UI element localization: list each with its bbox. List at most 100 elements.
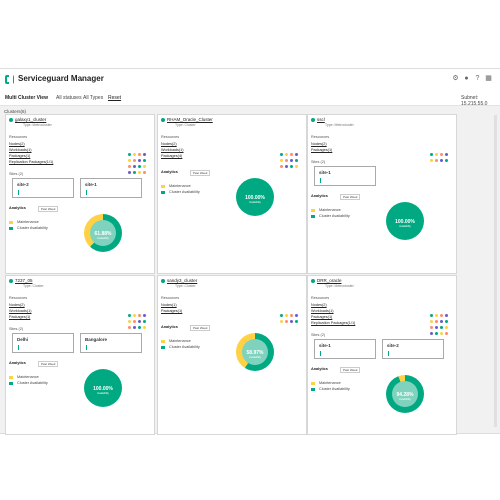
status-dots xyxy=(430,316,452,329)
legend-availability: Cluster Availability xyxy=(161,190,200,194)
cluster-card[interactable]: sscl Type: Metrocluster Resources Nodes(2) P… xyxy=(307,114,457,274)
site-name: site-2 xyxy=(387,343,399,348)
status-dots xyxy=(128,143,150,156)
cluster-name[interactable]: 7237_05 xyxy=(15,278,33,283)
status-dots xyxy=(280,143,302,156)
maintenance-swatch xyxy=(311,381,315,385)
resource-link[interactable]: Packages(4) xyxy=(161,154,182,158)
sites-heading: Sites (2) xyxy=(311,160,326,164)
resource-link[interactable]: Nodes(1) xyxy=(161,303,177,307)
sites-heading: Sites (2) xyxy=(9,327,24,331)
settings-icon[interactable]: ⚙ xyxy=(452,75,459,82)
apps-icon[interactable]: ▦ xyxy=(485,75,492,82)
site-box[interactable]: site-1 xyxy=(314,166,376,186)
view-title: Multi Cluster View xyxy=(5,95,48,101)
legend-maintenance: Maintenance xyxy=(9,220,39,224)
status-dots xyxy=(128,316,150,329)
status-filter[interactable]: All statuses xyxy=(56,95,82,101)
resource-link[interactable]: Workloads(1) xyxy=(311,309,334,313)
availability-label: Cluster Availability xyxy=(319,387,350,391)
user-icon[interactable]: ● xyxy=(463,75,470,82)
scrollbar[interactable] xyxy=(494,115,497,427)
resource-link[interactable]: Workloads(1) xyxy=(9,309,32,313)
resource-link[interactable]: Packages(1) xyxy=(311,148,332,152)
availability-label: Cluster Availability xyxy=(169,190,200,194)
cluster-name[interactable]: sandy3_cluster xyxy=(167,278,197,283)
status-ok-icon xyxy=(311,118,315,122)
cluster-card[interactable]: 7237_05 Type: Cluster Resources Nodes(2) Wor… xyxy=(5,275,155,435)
cluster-card[interactable]: RHAM_Oracle_Cluster Type: Cluster Resource… xyxy=(157,114,307,274)
past-week-button[interactable]: Past Week xyxy=(190,324,211,331)
resource-link[interactable]: Nodes(2) xyxy=(9,303,25,307)
site-box[interactable]: site-1 xyxy=(314,339,376,359)
cluster-name[interactable]: DRR_oracle xyxy=(317,278,342,283)
status-dots xyxy=(128,310,150,323)
resource-link[interactable]: Replication Packages(1/1) xyxy=(9,160,53,164)
maintenance-label: Maintenance xyxy=(17,375,39,379)
site-box[interactable]: Delhi xyxy=(12,333,74,353)
cluster-name[interactable]: sscl xyxy=(317,117,325,122)
status-ok-icon xyxy=(311,279,315,283)
site-box[interactable]: Bangalore xyxy=(80,333,142,353)
past-week-button[interactable]: Past Week xyxy=(340,366,361,373)
availability-swatch xyxy=(161,345,165,349)
resource-link[interactable]: Nodes(2) xyxy=(9,142,25,146)
site-box[interactable]: site-1 xyxy=(80,178,142,198)
resource-link[interactable]: Nodes(2) xyxy=(311,303,327,307)
past-week-button[interactable]: Past Week xyxy=(38,360,59,367)
availability-word: Availability xyxy=(399,398,411,401)
help-icon[interactable]: ? xyxy=(474,75,481,82)
donut-center: 94.28% Availability xyxy=(392,381,418,407)
status-dots xyxy=(128,304,150,317)
cluster-type: Type: Cluster xyxy=(175,123,196,127)
status-dots xyxy=(128,149,150,162)
analytics-heading: Analytics xyxy=(311,194,328,198)
type-filter[interactable]: All Types xyxy=(83,95,103,101)
top-bar: Serviceguard Manager ⌄ ⚙ ● ? ▦ xyxy=(0,69,500,92)
site-name: Bangalore xyxy=(85,337,108,342)
maintenance-label: Maintenance xyxy=(169,184,191,188)
past-week-button[interactable]: Past Week xyxy=(340,193,361,200)
site-status-icon xyxy=(18,190,21,195)
resource-link[interactable]: Packages(1) xyxy=(9,315,30,319)
past-week-button[interactable]: Past Week xyxy=(190,169,211,176)
resource-link[interactable]: Nodes(2) xyxy=(311,142,327,146)
legend-availability: Cluster Availability xyxy=(161,345,200,349)
resource-link[interactable]: Nodes(2) xyxy=(161,142,177,146)
cluster-name[interactable]: RHAM_Oracle_Cluster xyxy=(167,117,213,122)
cluster-card[interactable]: sandy3_cluster Type: Cluster Resources Node… xyxy=(157,275,307,435)
status-ok-icon xyxy=(161,118,165,122)
past-week-button[interactable]: Past Week xyxy=(38,205,59,212)
maintenance-swatch xyxy=(9,220,13,224)
availability-word: Availability xyxy=(97,392,109,395)
clusters-area: Clusters(6) galaxy1_cluster Type: Metrocl… xyxy=(3,107,491,435)
site-status-icon xyxy=(320,178,323,183)
resources-heading: Resources xyxy=(161,296,180,300)
analytics-heading: Analytics xyxy=(161,170,178,174)
availability-donut: 100.00% Availability xyxy=(236,178,274,216)
maintenance-label: Maintenance xyxy=(319,381,341,385)
status-dots xyxy=(128,161,150,174)
site-box[interactable]: site-2 xyxy=(382,339,444,359)
site-box[interactable]: site-2 xyxy=(12,178,74,198)
resource-link[interactable]: Workloads(1) xyxy=(9,148,32,152)
reset-link[interactable]: Reset xyxy=(108,95,121,101)
availability-donut: 61.88% Availability xyxy=(84,214,122,252)
resources-heading: Resources xyxy=(311,135,330,139)
subnet-label: Subnet: 15.215.55.0 xyxy=(461,95,488,107)
chevron-down-icon[interactable]: ⌄ xyxy=(79,74,85,82)
cluster-card[interactable]: DRR_oracle Type: Metrocluster Resources Nod… xyxy=(307,275,457,435)
resources-heading: Resources xyxy=(161,135,180,139)
legend-maintenance: Maintenance xyxy=(311,208,341,212)
app-title[interactable]: Serviceguard Manager xyxy=(18,74,104,83)
cluster-name[interactable]: galaxy1_cluster xyxy=(15,117,46,122)
resource-link[interactable]: Packages(1) xyxy=(311,315,332,319)
site-name: Delhi xyxy=(17,337,29,342)
cluster-card[interactable]: galaxy1_cluster Type: Metrocluster Resourc… xyxy=(5,114,155,274)
resource-link[interactable]: Packages(1) xyxy=(161,309,182,313)
legend-availability: Cluster Availability xyxy=(311,387,350,391)
availability-swatch xyxy=(311,214,315,218)
resource-link[interactable]: Workloads(1) xyxy=(161,148,184,152)
resource-link[interactable]: Replication Packages(1/1) xyxy=(311,321,355,325)
resource-link[interactable]: Packages(1) xyxy=(9,154,30,158)
